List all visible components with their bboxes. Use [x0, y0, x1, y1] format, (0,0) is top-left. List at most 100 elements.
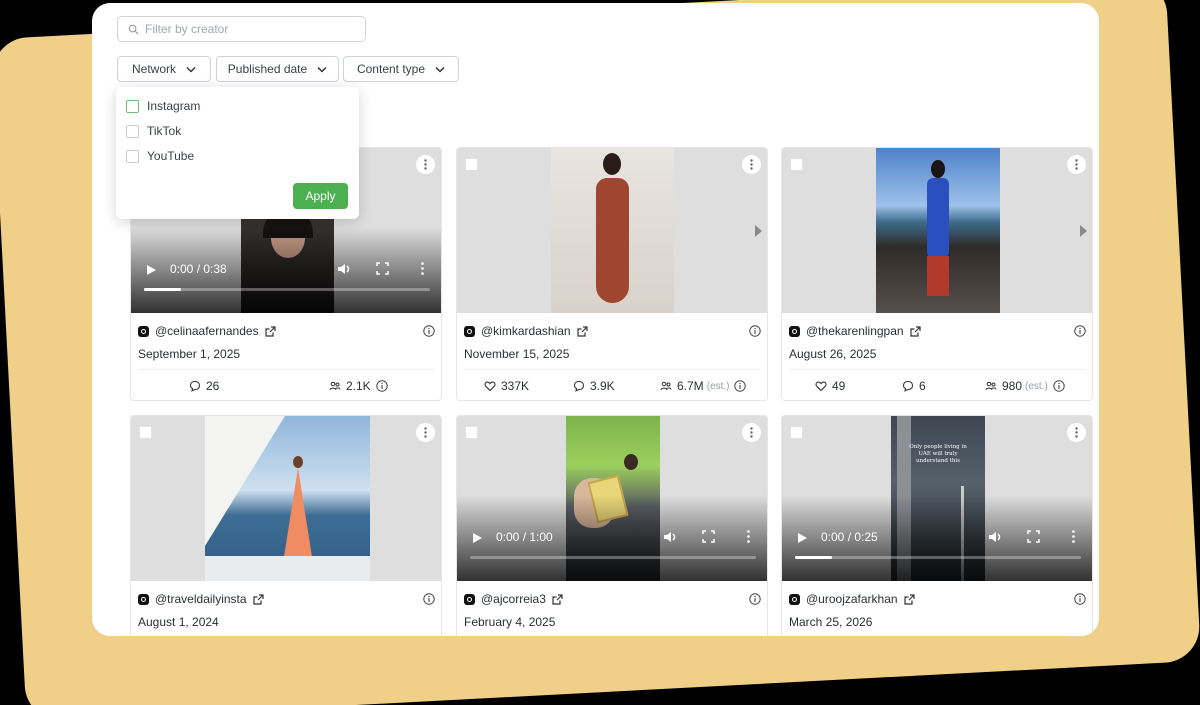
card-menu-button[interactable] [742, 155, 761, 174]
metric-value: 6.7M [677, 379, 704, 393]
network-option-youtube[interactable]: YouTube [126, 149, 194, 163]
volume-icon[interactable] [987, 529, 1003, 545]
select-checkbox[interactable] [790, 158, 803, 171]
video-progress-fill [144, 288, 182, 291]
info-icon[interactable] [749, 325, 761, 337]
external-link-icon[interactable] [252, 593, 264, 605]
heart-icon [815, 381, 827, 392]
chevron-down-icon [317, 66, 327, 73]
post-media[interactable] [131, 416, 441, 581]
search-icon [128, 24, 139, 35]
play-icon[interactable] [147, 265, 156, 275]
creator-row: @kimkardashian [464, 324, 588, 338]
video-progress-track[interactable] [470, 556, 756, 559]
post-media[interactable] [782, 148, 1092, 313]
fullscreen-icon[interactable] [376, 262, 389, 275]
checkbox[interactable] [126, 99, 139, 113]
dress-shape [927, 178, 949, 258]
select-checkbox[interactable] [465, 426, 478, 439]
external-link-icon[interactable] [264, 325, 276, 337]
video-progress-track[interactable] [144, 288, 430, 291]
publish-date: September 1, 2025 [138, 347, 241, 361]
creator-handle[interactable]: @kimkardashian [481, 324, 571, 338]
info-icon[interactable] [1053, 380, 1065, 392]
publish-date: August 1, 2024 [138, 615, 219, 629]
estimate-label: (est.) [706, 380, 730, 392]
chevron-down-icon [186, 66, 196, 73]
volume-icon[interactable] [336, 261, 352, 277]
video-more-icon[interactable] [1072, 530, 1075, 543]
checkbox[interactable] [126, 149, 139, 163]
comment-icon [573, 380, 585, 392]
info-icon[interactable] [734, 380, 747, 392]
more-vertical-icon [424, 159, 427, 170]
external-link-icon[interactable] [552, 593, 563, 605]
network-option-instagram[interactable]: Instagram [126, 99, 200, 113]
video-progress-track[interactable] [795, 556, 1081, 559]
creator-handle[interactable]: @thekarenlingpan [806, 324, 904, 338]
creator-handle[interactable]: @ajcorreia3 [481, 592, 546, 606]
publish-date: November 15, 2025 [464, 347, 570, 361]
video-more-icon[interactable] [747, 530, 750, 543]
external-link-icon[interactable] [909, 325, 921, 337]
select-checkbox[interactable] [790, 426, 803, 439]
select-checkbox[interactable] [465, 158, 478, 171]
info-icon[interactable] [423, 593, 435, 605]
content-type-filter-button[interactable]: Content type [343, 56, 459, 82]
published-date-filter-label: Published date [227, 62, 308, 76]
external-link-icon[interactable] [576, 325, 588, 337]
search-input[interactable] [145, 22, 345, 36]
network-option-tiktok[interactable]: TikTok [126, 124, 181, 138]
post-card[interactable]: 0:00 / 1:00 @ajcorreia3 February 4, 2025 [456, 415, 768, 636]
checkbox[interactable] [126, 124, 139, 138]
reach-icon [329, 381, 341, 391]
post-thumbnail [205, 416, 370, 581]
instagram-icon [138, 593, 149, 605]
post-media[interactable] [457, 148, 767, 313]
more-vertical-icon [750, 427, 753, 438]
reach-metric: 2.1K [329, 379, 388, 393]
select-checkbox[interactable] [139, 426, 152, 439]
volume-icon[interactable] [662, 529, 678, 545]
video-controls: 0:00 / 0:25 [782, 495, 1092, 581]
metric-value: 49 [832, 379, 846, 393]
more-vertical-icon [424, 427, 427, 438]
external-link-icon[interactable] [903, 593, 915, 605]
apply-button[interactable]: Apply [293, 183, 348, 209]
published-date-filter-button[interactable]: Published date [216, 56, 339, 82]
creator-handle[interactable]: @celinaafernandes [155, 324, 259, 338]
post-card[interactable]: @thekarenlingpan August 26, 2025 49 6 98… [781, 147, 1093, 401]
publish-date: August 26, 2025 [789, 347, 877, 361]
carousel-next-icon[interactable] [1080, 225, 1087, 237]
post-media[interactable]: Only people living in UAE will truly und… [782, 416, 1092, 581]
more-vertical-icon [1075, 427, 1078, 438]
carousel-next-icon[interactable] [755, 225, 762, 237]
post-card[interactable]: Only people living in UAE will truly und… [781, 415, 1093, 636]
comments-metric: 6 [902, 379, 926, 393]
play-icon[interactable] [798, 533, 807, 543]
card-menu-button[interactable] [1067, 423, 1086, 442]
play-icon[interactable] [473, 533, 482, 543]
stage: Network Published date Content type Inst… [0, 0, 1200, 705]
post-card[interactable]: @traveldailyinsta August 1, 2024 [130, 415, 442, 636]
card-menu-button[interactable] [416, 423, 435, 442]
info-icon[interactable] [375, 380, 388, 392]
fullscreen-icon[interactable] [1027, 530, 1040, 543]
creator-search[interactable] [117, 16, 366, 42]
option-label: YouTube [147, 149, 195, 163]
fullscreen-icon[interactable] [702, 530, 715, 543]
post-card[interactable]: @kimkardashian November 15, 2025 337K 3.… [456, 147, 768, 401]
instagram-icon [789, 593, 800, 605]
creator-handle[interactable]: @uroojzafarkhan [806, 592, 898, 606]
card-menu-button[interactable] [416, 155, 435, 174]
card-menu-button[interactable] [742, 423, 761, 442]
post-media[interactable]: 0:00 / 1:00 [457, 416, 767, 581]
card-menu-button[interactable] [1067, 155, 1086, 174]
info-icon[interactable] [423, 325, 435, 337]
info-icon[interactable] [1074, 325, 1086, 337]
info-icon[interactable] [1074, 593, 1086, 605]
creator-handle[interactable]: @traveldailyinsta [155, 592, 247, 606]
video-more-icon[interactable] [421, 262, 424, 275]
info-icon[interactable] [749, 593, 761, 605]
network-filter-button[interactable]: Network [117, 56, 211, 82]
